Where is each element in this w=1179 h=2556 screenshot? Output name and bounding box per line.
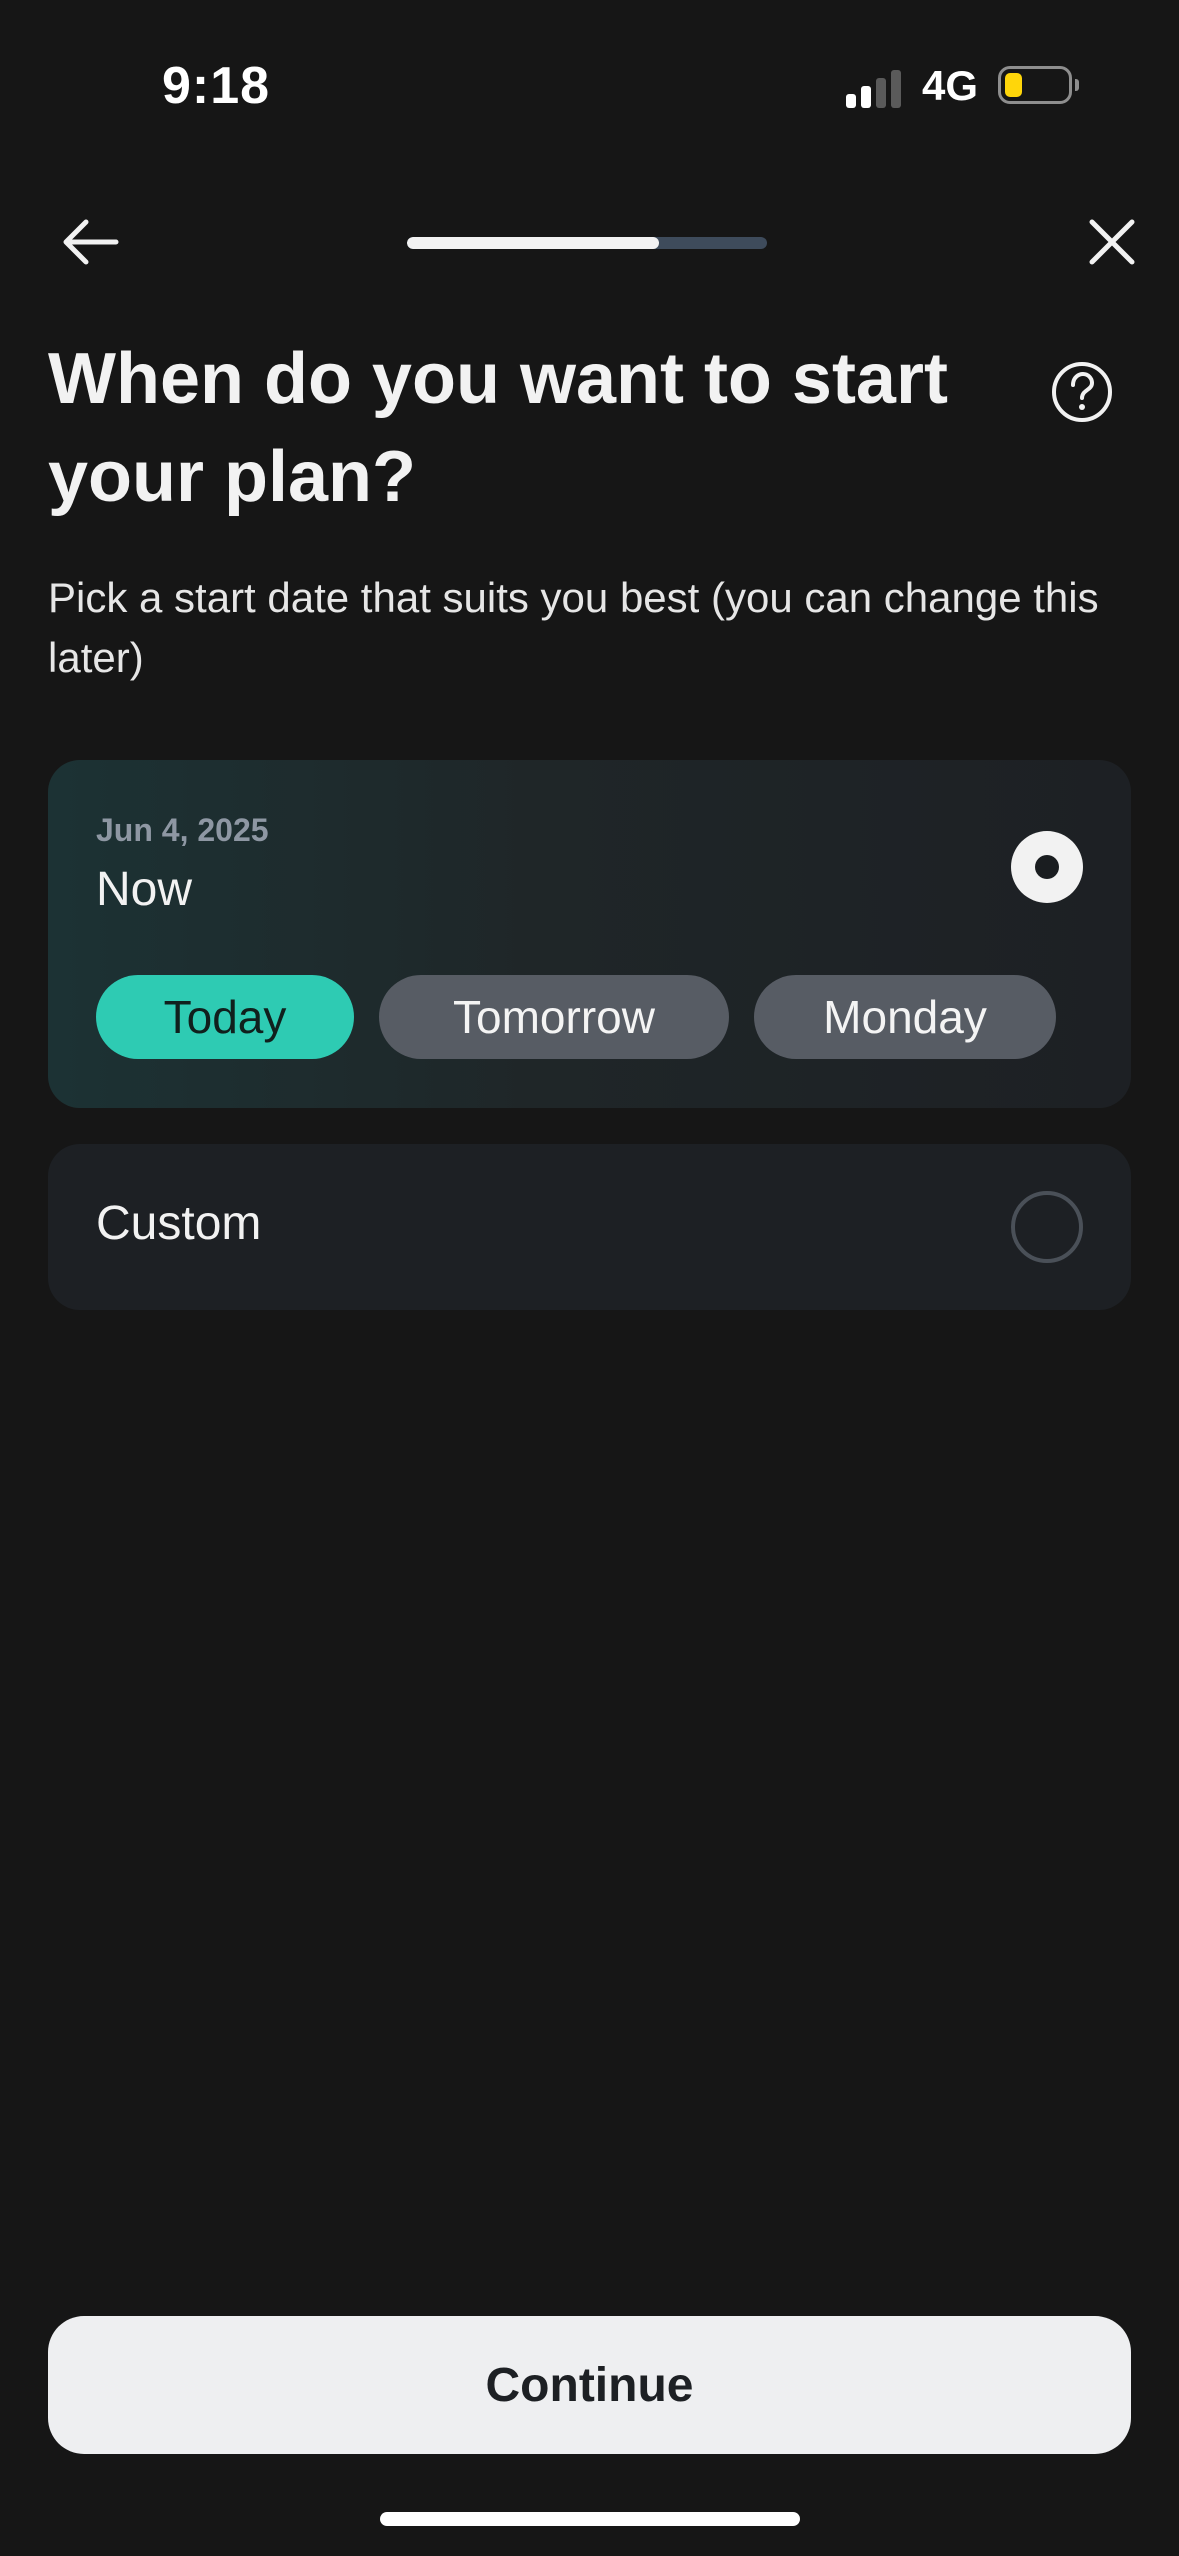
onboarding-progress-bar xyxy=(407,237,767,249)
signal-bar xyxy=(846,94,856,108)
option-label-now: Now xyxy=(96,863,193,916)
battery-nub xyxy=(1075,79,1079,91)
cellular-signal-icon xyxy=(846,68,902,108)
option-card-now[interactable]: Jun 4, 2025 Now Today Tomorrow Monday xyxy=(48,760,1131,1108)
page-title: When do you want to start your plan? xyxy=(48,339,948,517)
option-card-custom[interactable]: Custom xyxy=(48,1144,1131,1310)
close-icon xyxy=(1089,219,1135,265)
battery-icon xyxy=(998,66,1079,106)
battery-level xyxy=(1005,73,1022,97)
status-bar: 9:18 4G xyxy=(0,0,1179,170)
signal-bar xyxy=(891,70,901,108)
option-label-custom: Custom xyxy=(96,1197,262,1250)
date-chip-group: Today Tomorrow Monday xyxy=(96,975,1056,1059)
radio-selected-now[interactable] xyxy=(1011,831,1083,903)
back-button[interactable] xyxy=(48,200,132,284)
status-time: 9:18 xyxy=(162,57,271,115)
arrow-left-icon xyxy=(63,219,119,265)
continue-button[interactable]: Continue xyxy=(48,2316,1131,2454)
question-circle-icon xyxy=(1052,362,1112,422)
network-type: 4G xyxy=(922,62,979,109)
progress-fill xyxy=(407,237,659,249)
page-subtitle: Pick a start date that suits you best (y… xyxy=(48,574,1099,681)
signal-bar xyxy=(861,86,871,108)
radio-unselected-custom[interactable] xyxy=(1011,1191,1083,1263)
start-date: Jun 4, 2025 xyxy=(96,812,269,848)
help-button[interactable] xyxy=(1040,350,1124,434)
signal-bar xyxy=(876,78,886,108)
chip-tomorrow[interactable]: Tomorrow xyxy=(379,975,729,1059)
close-button[interactable] xyxy=(1070,200,1154,284)
radio-dot xyxy=(1035,855,1059,879)
chip-today[interactable]: Today xyxy=(96,975,354,1059)
home-indicator xyxy=(380,2512,800,2526)
chip-monday[interactable]: Monday xyxy=(754,975,1056,1059)
